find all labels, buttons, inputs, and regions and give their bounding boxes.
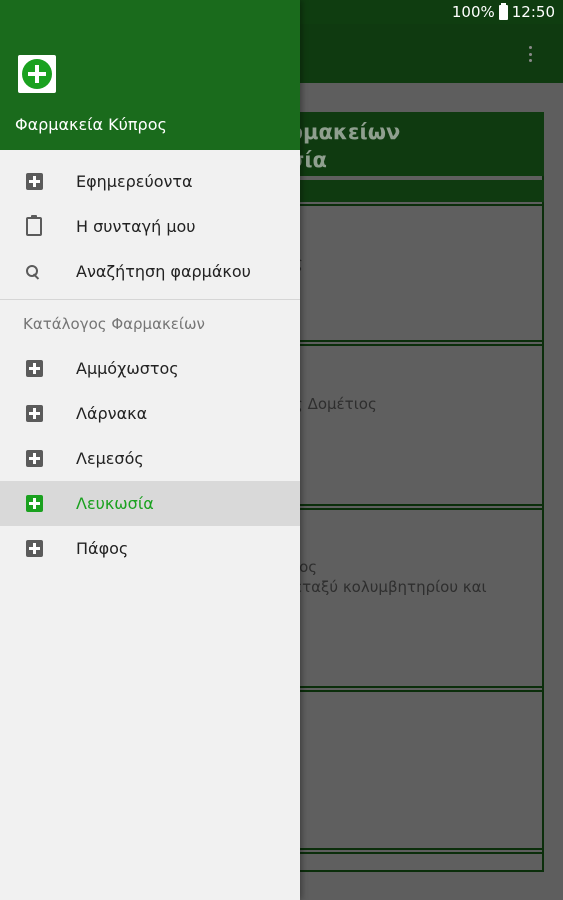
menu-item-label: Αναζήτηση φαρμάκου	[76, 262, 251, 281]
divider	[0, 299, 300, 300]
overflow-menu-icon[interactable]	[529, 46, 533, 62]
menu-item-label: Η συνταγή μου	[76, 217, 196, 236]
menu-item-label: Λεμεσός	[76, 449, 144, 468]
menu-item-limassol[interactable]: Λεμεσός	[0, 436, 300, 481]
menu-item-on-duty[interactable]: Εφημερεύοντα	[0, 159, 300, 204]
plus-box-icon	[26, 540, 43, 557]
menu-item-paphos[interactable]: Πάφος	[0, 526, 300, 571]
plus-box-icon	[26, 405, 43, 422]
section-header: Κατάλογος Φαρμακείων	[23, 315, 205, 333]
menu-item-label: Λευκωσία	[76, 494, 154, 513]
search-icon	[26, 264, 40, 279]
app-title: Φαρμακεία Κύπρος	[15, 115, 167, 134]
clipboard-icon	[26, 215, 42, 236]
navigation-drawer: Φαρμακεία Κύπρος Εφημερεύοντα Η συνταγή …	[0, 0, 300, 900]
menu-item-label: Λάρνακα	[76, 404, 148, 423]
menu-item-search-drug[interactable]: Αναζήτηση φαρμάκου	[0, 249, 300, 294]
plus-box-icon	[26, 450, 43, 467]
plus-box-icon	[26, 173, 43, 190]
menu-item-label: Εφημερεύοντα	[76, 172, 193, 191]
menu-item-label: Αμμόχωστος	[76, 359, 179, 378]
battery-percent: 100%	[451, 3, 495, 21]
clock: 12:50	[511, 3, 555, 21]
menu-item-larnaca[interactable]: Λάρνακα	[0, 391, 300, 436]
status-right: 100% 12:50	[451, 2, 555, 21]
app-logo-icon	[18, 55, 56, 93]
menu-item-my-prescription[interactable]: Η συνταγή μου	[0, 204, 300, 249]
drawer-header: Φαρμακεία Κύπρος	[0, 0, 300, 150]
menu-item-nicosia[interactable]: Λευκωσία	[0, 481, 300, 526]
plus-box-icon	[26, 360, 43, 377]
menu-item-famagusta[interactable]: Αμμόχωστος	[0, 346, 300, 391]
plus-box-icon	[26, 495, 43, 512]
menu-item-label: Πάφος	[76, 539, 129, 558]
battery-icon	[498, 2, 508, 20]
